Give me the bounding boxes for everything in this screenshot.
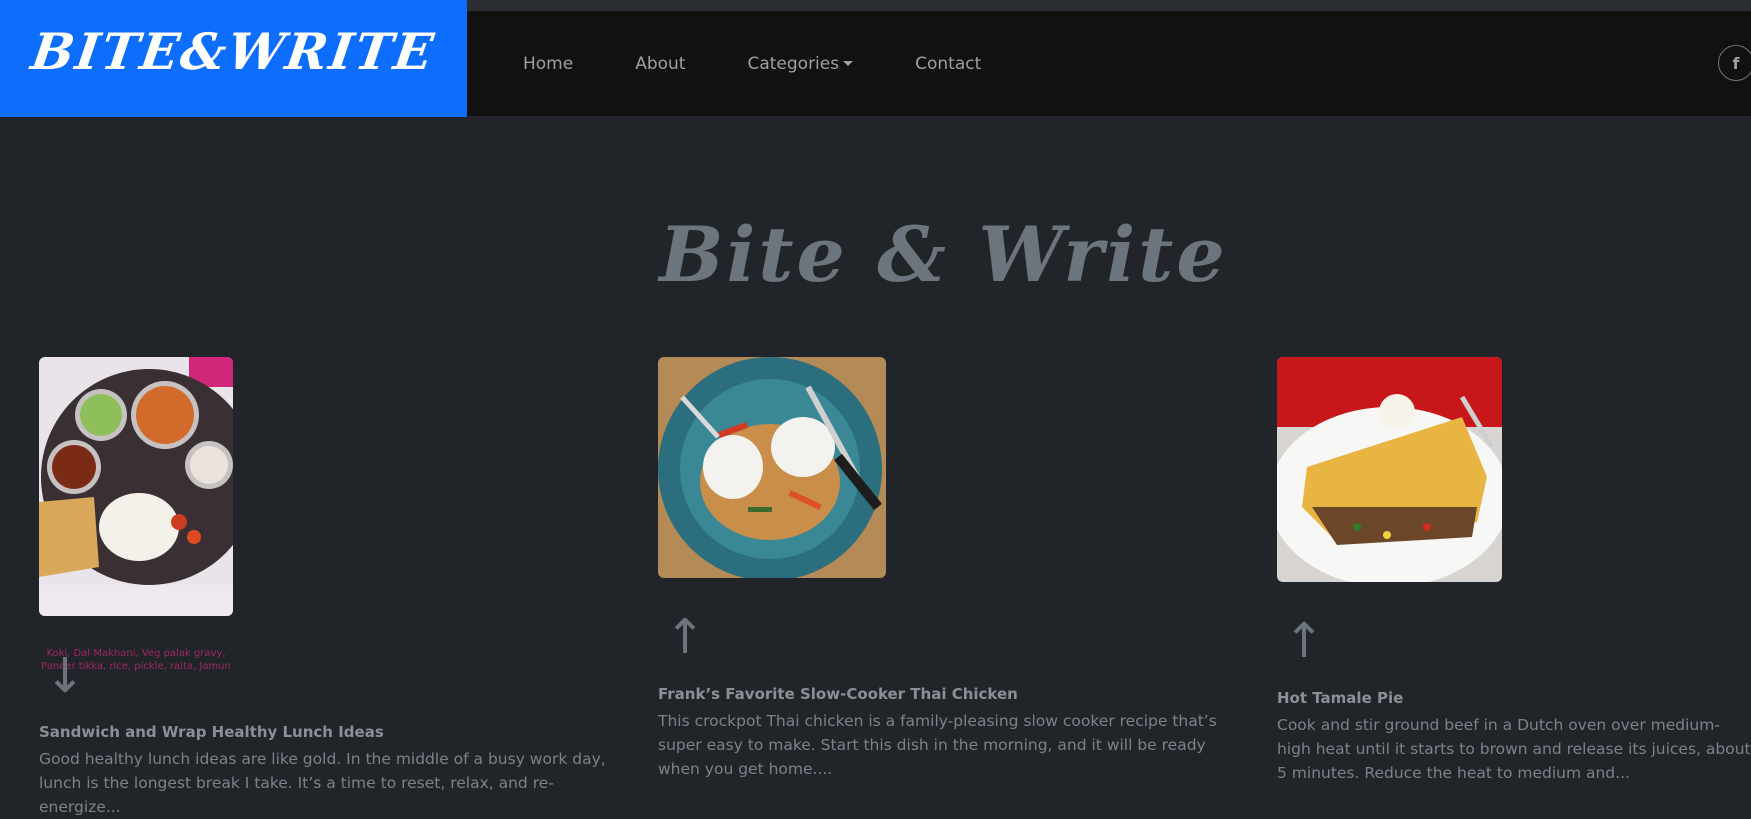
recipe-image-thai-chicken[interactable]	[658, 357, 886, 578]
recipe-excerpt: Good healthy lunch ideas are like gold. …	[39, 750, 606, 816]
hero-title: Bite & Write	[659, 210, 1228, 299]
arrow-down-icon: ↓	[45, 648, 86, 704]
recipe-card: ↑ Hot Tamale Pie Cook and stir ground be…	[1277, 357, 1751, 782]
recipe-image-thali[interactable]	[39, 357, 233, 616]
recipe-title[interactable]: Hot Tamale Pie	[1277, 689, 1751, 707]
arrow-up-icon: ↑	[665, 609, 706, 665]
facebook-icon[interactable]: f	[1718, 45, 1751, 81]
nav-categories-label: Categories	[747, 53, 840, 74]
facebook-glyph: f	[1732, 53, 1740, 73]
caret-down-icon	[843, 61, 854, 66]
recipe-excerpt: This crockpot Thai chicken is a family-p…	[658, 712, 1217, 778]
recipe-card: ↑ Frank’s Favorite Slow-Cooker Thai Chic…	[658, 357, 1218, 778]
recipe-card: Koki, Dal Makhani, Veg palak gravy, Pane…	[39, 357, 614, 816]
nav-about[interactable]: About	[635, 54, 685, 74]
arrow-up-icon: ↑	[1284, 613, 1325, 669]
nav-categories[interactable]: Categories	[747, 53, 854, 74]
recipe-title[interactable]: Frank’s Favorite Slow-Cooker Thai Chicke…	[658, 685, 1218, 703]
nav-links: Home About Categories Contact	[523, 11, 1043, 116]
nav-home[interactable]: Home	[523, 54, 573, 74]
recipe-title[interactable]: Sandwich and Wrap Healthy Lunch Ideas	[39, 723, 614, 741]
recipe-excerpt: Cook and stir ground beef in a Dutch ove…	[1277, 716, 1751, 782]
brand-text: BITE&WRITE	[28, 22, 439, 81]
nav-contact[interactable]: Contact	[915, 54, 981, 74]
recipe-image-tamale-pie[interactable]	[1277, 357, 1502, 582]
brand-logo[interactable]: BITE&WRITE	[0, 0, 467, 117]
